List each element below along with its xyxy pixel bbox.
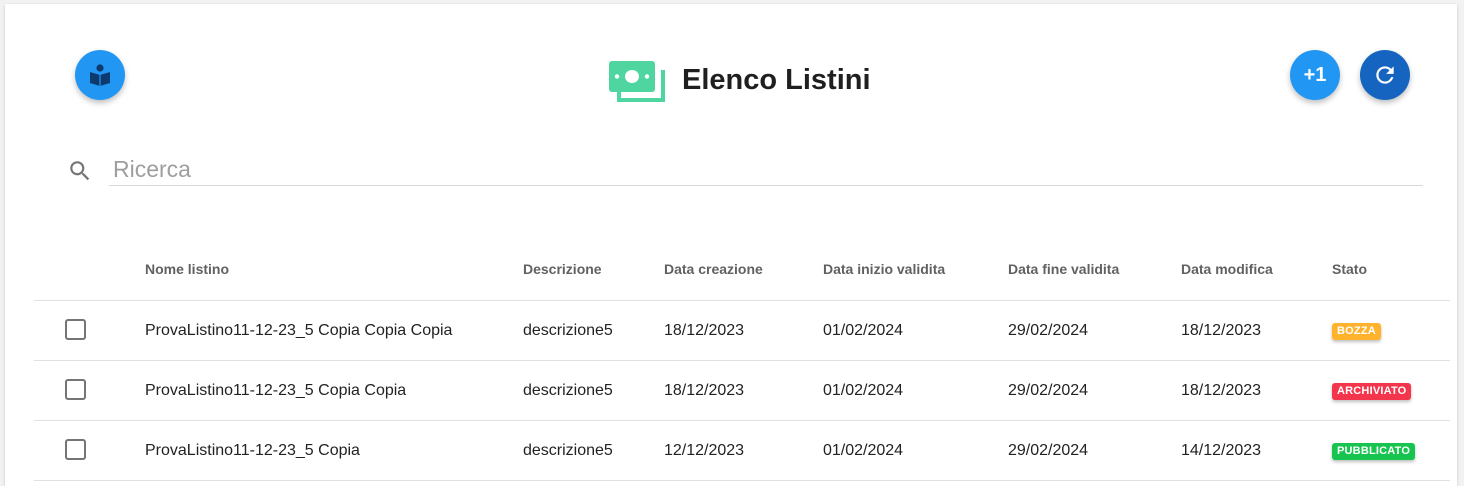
column-header-data-creazione[interactable]: Data creazione: [664, 261, 763, 277]
status-badge: ARCHIVIATO: [1332, 383, 1412, 400]
row-checkbox[interactable]: [65, 379, 86, 400]
row-checkbox[interactable]: [65, 319, 86, 340]
cell-nome: ProvaListino11-12-23_5 Copia Copia Copia: [145, 322, 453, 339]
add-listino-button[interactable]: +1: [1290, 50, 1340, 100]
table-row[interactable]: ProvaListino11-12-23_5 Copia Copia descr…: [34, 361, 1450, 421]
refresh-button[interactable]: [1360, 50, 1410, 100]
column-header-stato[interactable]: Stato: [1332, 261, 1367, 277]
cell-data-creazione: 12/12/2023: [664, 442, 745, 459]
cell-descrizione: descrizione5: [523, 322, 613, 339]
cell-descrizione: descrizione5: [523, 382, 613, 399]
money-bills-icon: [609, 61, 665, 102]
column-header-descrizione[interactable]: Descrizione: [523, 261, 602, 277]
status-badge: BOZZA: [1332, 323, 1381, 340]
search-bar: [67, 154, 1423, 187]
table-header: Nome listino Descrizione Data creazione …: [34, 240, 1450, 301]
add-button-label: +1: [1303, 63, 1327, 86]
book-reader-icon: [90, 64, 110, 86]
column-header-data-inizio[interactable]: Data inizio validita: [823, 261, 945, 277]
page-header: Elenco Listini: [608, 58, 871, 102]
refresh-icon: [1376, 66, 1394, 84]
cell-data-fine: 29/02/2024: [1008, 382, 1089, 399]
listini-table: Nome listino Descrizione Data creazione …: [34, 240, 1450, 481]
help-button[interactable]: [75, 50, 125, 100]
listini-card: Elenco Listini +1 Nome listino Descrizio…: [5, 4, 1457, 486]
cell-data-fine: 29/02/2024: [1008, 322, 1089, 339]
cell-data-creazione: 18/12/2023: [664, 382, 745, 399]
column-header-data-modifica[interactable]: Data modifica: [1181, 261, 1273, 277]
row-checkbox[interactable]: [65, 439, 86, 460]
cell-nome: ProvaListino11-12-23_5 Copia: [145, 442, 360, 459]
cell-data-inizio: 01/02/2024: [823, 442, 904, 459]
cell-data-modifica: 18/12/2023: [1181, 322, 1262, 339]
cell-data-inizio: 01/02/2024: [823, 382, 904, 399]
search-input[interactable]: [109, 154, 1423, 186]
page-title: Elenco Listini: [682, 63, 871, 96]
cell-data-creazione: 18/12/2023: [664, 322, 745, 339]
cell-data-modifica: 18/12/2023: [1181, 382, 1262, 399]
table-row[interactable]: ProvaListino11-12-23_5 Copia descrizione…: [34, 421, 1450, 481]
search-icon: [70, 161, 90, 181]
table-row[interactable]: ProvaListino11-12-23_5 Copia Copia Copia…: [34, 301, 1450, 361]
column-header-nome[interactable]: Nome listino: [145, 261, 229, 277]
column-header-data-fine[interactable]: Data fine validita: [1008, 261, 1119, 277]
status-badge: PUBBLICATO: [1332, 443, 1416, 460]
cell-data-fine: 29/02/2024: [1008, 442, 1089, 459]
cell-data-inizio: 01/02/2024: [823, 322, 904, 339]
cell-nome: ProvaListino11-12-23_5 Copia Copia: [145, 382, 407, 399]
cell-data-modifica: 14/12/2023: [1181, 442, 1262, 459]
cell-descrizione: descrizione5: [523, 442, 613, 459]
